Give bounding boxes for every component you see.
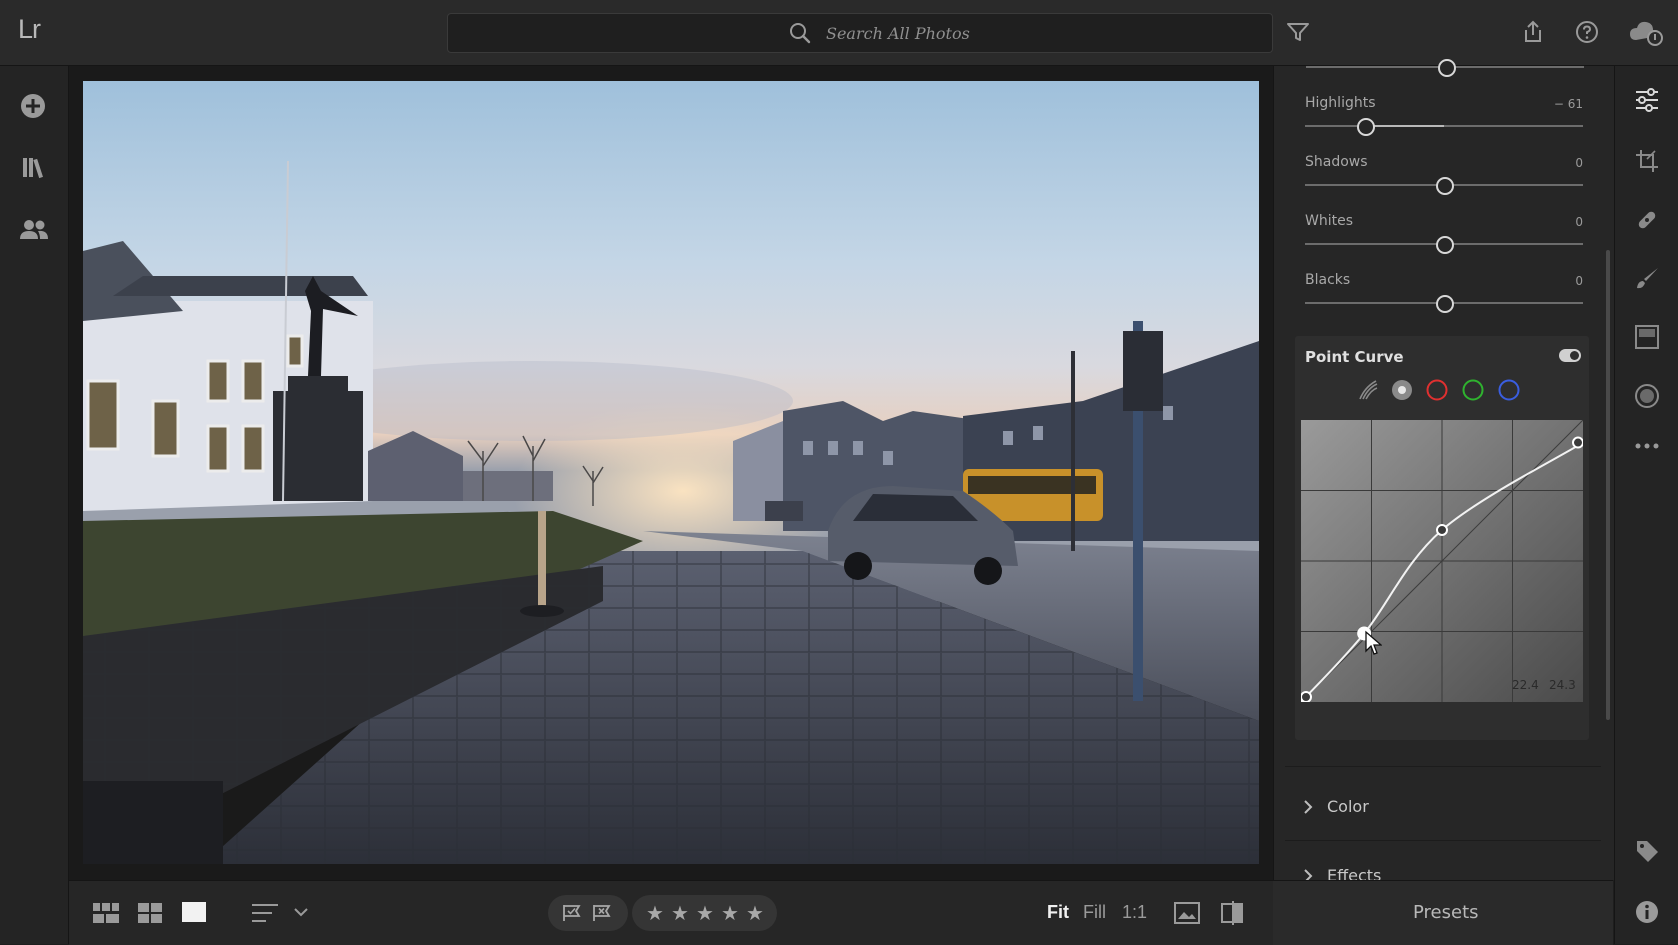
search-placeholder: Search All Photos — [826, 24, 970, 43]
rgb-channel-icon[interactable] — [1391, 379, 1413, 401]
parametric-curve-icon[interactable] — [1357, 379, 1379, 401]
street-photo-image — [83, 81, 1259, 864]
curve-readout-input: 22.4 — [1512, 678, 1539, 692]
chevron-right-icon — [1304, 869, 1313, 880]
edit-sliders-icon[interactable] — [1635, 88, 1659, 112]
slider-value[interactable]: − 61 — [1533, 97, 1583, 111]
sort-icon[interactable] — [252, 904, 280, 922]
effects-section-header[interactable]: Effects — [1295, 862, 1595, 880]
slider-shadows: Shadows 0 — [1305, 154, 1583, 195]
effects-section-label: Effects — [1327, 866, 1382, 880]
slider-value[interactable]: 0 — [1533, 274, 1583, 288]
people-icon[interactable] — [19, 218, 49, 242]
curve-control-point[interactable] — [1436, 523, 1448, 536]
left-rail — [0, 66, 69, 944]
flag-controls — [548, 895, 628, 931]
slider-track[interactable] — [1305, 125, 1583, 127]
chevron-down-icon[interactable] — [294, 908, 308, 918]
star-5[interactable]: ★ — [746, 901, 764, 925]
slider-whites: Whites 0 — [1305, 213, 1583, 254]
library-icon[interactable] — [21, 154, 47, 180]
cloud-sync-icon[interactable] — [1628, 18, 1664, 46]
star-rating: ★ ★ ★ ★ ★ — [632, 895, 777, 931]
point-curve-title: Point Curve — [1305, 348, 1404, 366]
panel-scrollbar[interactable] — [1606, 250, 1610, 720]
slider-fill — [1366, 125, 1444, 127]
photo-preview — [83, 81, 1259, 864]
detail-view-icon[interactable] — [182, 902, 206, 922]
app-logo: Lr — [18, 14, 41, 44]
tag-icon[interactable] — [1635, 839, 1659, 863]
brush-icon[interactable] — [1634, 266, 1660, 292]
slider-knob[interactable] — [1436, 236, 1454, 254]
linear-gradient-icon[interactable] — [1635, 325, 1659, 349]
tone-curve-graph[interactable]: 22.4 24.3 — [1301, 420, 1583, 702]
red-channel-icon[interactable] — [1426, 379, 1448, 401]
star-2[interactable]: ★ — [671, 901, 689, 925]
star-4[interactable]: ★ — [721, 901, 739, 925]
slider-label: Highlights — [1305, 95, 1376, 111]
slider-label: Whites — [1305, 213, 1354, 229]
search-field[interactable]: Search All Photos — [447, 13, 1273, 53]
slider-value[interactable]: 0 — [1533, 215, 1583, 229]
curve-control-point[interactable] — [1301, 691, 1312, 702]
color-section-label: Color — [1327, 797, 1369, 816]
top-bar: Lr Search All Photos — [0, 0, 1678, 66]
add-photos-icon[interactable] — [19, 92, 47, 120]
slider-label: Shadows — [1305, 154, 1368, 170]
right-rail — [1614, 66, 1678, 944]
healing-icon[interactable] — [1634, 207, 1660, 233]
zoom-fill-button[interactable]: Fill — [1083, 902, 1106, 923]
help-icon[interactable] — [1575, 20, 1599, 44]
more-icon[interactable] — [1635, 442, 1659, 450]
bottom-toolbar: ★ ★ ★ ★ ★ Fit Fill 1:1 — [69, 880, 1273, 945]
zoom-fit-button[interactable]: Fit — [1047, 902, 1069, 923]
slider-knob[interactable] — [1436, 177, 1454, 195]
before-after-icon[interactable] — [1174, 902, 1200, 924]
blue-channel-icon[interactable] — [1498, 379, 1520, 401]
color-section-header[interactable]: Color — [1295, 795, 1595, 821]
filter-icon[interactable] — [1287, 22, 1309, 42]
slider-blacks: Blacks 0 — [1305, 272, 1583, 313]
star-3[interactable]: ★ — [696, 901, 714, 925]
compare-view-icon[interactable] — [1220, 901, 1244, 925]
slider-value[interactable]: 0 — [1533, 156, 1583, 170]
search-icon — [790, 23, 811, 44]
section-divider — [1285, 766, 1601, 767]
reject-flag-icon[interactable] — [592, 904, 612, 922]
pick-flag-icon[interactable] — [562, 904, 582, 922]
mouse-cursor-icon — [1365, 630, 1382, 655]
star-1[interactable]: ★ — [646, 901, 664, 925]
crop-icon[interactable] — [1635, 149, 1659, 173]
slider-label: Blacks — [1305, 272, 1351, 288]
curve-control-point[interactable] — [1572, 436, 1583, 449]
zoom-1to1-button[interactable]: 1:1 — [1122, 902, 1147, 923]
grid-view-icon[interactable] — [138, 903, 162, 923]
presets-bar[interactable]: Presets — [1273, 880, 1613, 945]
chevron-right-icon — [1304, 800, 1313, 814]
radial-gradient-icon[interactable] — [1634, 383, 1660, 409]
curve-readout-output: 24.3 — [1549, 678, 1576, 692]
slider-highlights: Highlights − 61 — [1305, 95, 1583, 136]
info-icon[interactable] — [1635, 900, 1659, 924]
square-grid-view-icon[interactable] — [93, 903, 119, 923]
presets-button[interactable]: Presets — [1413, 902, 1479, 923]
slider-knob[interactable] — [1357, 118, 1375, 136]
point-curve-toggle[interactable] — [1559, 349, 1581, 362]
section-divider — [1285, 840, 1601, 841]
share-icon[interactable] — [1522, 20, 1544, 44]
slider-knob[interactable] — [1436, 295, 1454, 313]
green-channel-icon[interactable] — [1462, 379, 1484, 401]
slider-knob-partial[interactable] — [1438, 59, 1456, 77]
